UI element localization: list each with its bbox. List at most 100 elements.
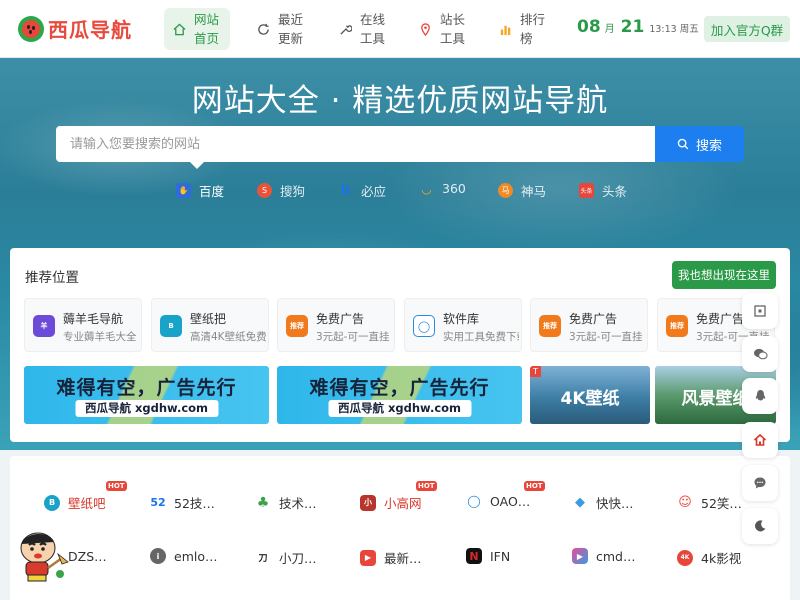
engine-tab-sogou[interactable]: S 搜狗 xyxy=(257,181,305,200)
engine-tab-bing[interactable]: b 必应 xyxy=(338,181,386,200)
home-icon xyxy=(753,433,767,446)
qrcode-icon xyxy=(754,305,766,317)
nav-label: 在线工具 xyxy=(360,12,386,46)
chat-icon xyxy=(754,477,766,489)
sheep-icon: 羊 xyxy=(33,315,55,337)
site-link[interactable]: i emlo… xyxy=(150,548,218,564)
date-month-unit: 月 xyxy=(604,24,615,35)
search-input[interactable] xyxy=(56,126,655,162)
sogou-icon: S xyxy=(257,183,272,198)
site-link[interactable]: ☺ 52笑… xyxy=(677,493,742,512)
corner-tag: T xyxy=(530,366,541,377)
site-link[interactable]: ◯ OAO… HOT xyxy=(466,481,545,509)
nav-label: 最近更新 xyxy=(278,12,304,46)
feedback-button[interactable] xyxy=(742,465,778,501)
site-logo[interactable]: 西瓜导航 xyxy=(18,14,132,43)
engine-tab-toutiao[interactable]: 头条 头条 xyxy=(579,181,627,200)
recommend-item[interactable]: 推荐 免费广告 3元起-可一直挂 xyxy=(277,298,395,352)
site-link[interactable]: ◆ 快快… xyxy=(572,493,634,512)
qrcode-button[interactable] xyxy=(742,293,778,329)
recommend-item[interactable]: B 壁纸把 高清4K壁纸免费下载 xyxy=(151,298,269,352)
site-link-label: 最新… xyxy=(384,551,422,566)
date-day: 21 xyxy=(620,17,645,37)
search-bar: 搜索 xyxy=(56,126,744,162)
site-link[interactable]: 小 小高网 HOT xyxy=(360,481,437,512)
recommend-item[interactable]: 羊 薅羊毛导航 专业薅羊毛大全 xyxy=(24,298,142,352)
item-title: 薅羊毛导航 xyxy=(63,312,124,326)
baidu-icon: ✋ xyxy=(176,183,191,198)
nav-item-home[interactable]: 网站首页 xyxy=(164,8,230,50)
site-link-label: 4k影视 xyxy=(701,551,742,566)
cmd-icon: ▶ xyxy=(572,548,588,564)
site-link[interactable]: 4K 4k影视 xyxy=(677,548,741,567)
engine-tab-360[interactable]: ◡ 360 xyxy=(419,181,466,196)
hot-badge: HOT xyxy=(524,481,545,491)
recommend-badge-icon: 推荐 xyxy=(539,315,561,337)
cactus-icon: ♣ xyxy=(256,494,270,511)
site-link[interactable]: 52 52技… xyxy=(150,493,215,512)
engine-label: 头条 xyxy=(602,184,628,199)
mascot-character[interactable] xyxy=(14,528,70,588)
site-link-label: emlo… xyxy=(174,548,218,564)
search-button[interactable]: 搜索 xyxy=(655,126,744,162)
toutiao-icon: 头条 xyxy=(579,183,594,198)
wallpaper-banner[interactable]: T 4K壁纸 xyxy=(530,366,650,424)
ad-banner[interactable]: 难得有空，广告先行 西瓜导航 xgdhw.com xyxy=(277,366,522,424)
wallpaper-icon: B xyxy=(44,494,60,511)
site-link[interactable]: 刀 小刀… xyxy=(255,548,316,567)
shenma-icon: 马 xyxy=(498,183,513,198)
item-title: 免费广告 xyxy=(696,312,745,326)
back-home-button[interactable] xyxy=(742,422,778,458)
watermelon-logo-icon xyxy=(18,15,44,42)
site-link[interactable]: ▶ 最新… xyxy=(360,548,422,567)
xiaodao-icon: 刀 xyxy=(258,554,268,564)
hero-title: 网站大全 · 精选优质网站导航 xyxy=(191,83,609,119)
join-qq-group-button[interactable]: 加入官方Q群 xyxy=(704,16,790,42)
shield-icon: ◆ xyxy=(575,495,585,510)
item-desc: 高清4K壁纸免费下载 xyxy=(190,331,266,343)
site-52-icon: 52 xyxy=(150,496,166,509)
wrench-icon xyxy=(338,22,352,36)
hot-badge: HOT xyxy=(416,481,437,491)
date-month: 08 xyxy=(577,17,601,37)
site-link[interactable]: B 壁纸吧 HOT xyxy=(44,481,127,512)
qq-button[interactable] xyxy=(742,378,778,414)
nav-item-tools[interactable]: 在线工具 xyxy=(330,8,396,50)
4k-video-icon: 4K xyxy=(677,549,693,566)
dark-mode-toggle[interactable] xyxy=(742,508,778,544)
engine-label: 必应 xyxy=(361,184,387,199)
360-icon: ◡ xyxy=(421,181,432,196)
engine-tab-shenma[interactable]: 马 神马 xyxy=(498,181,546,200)
advertise-here-button[interactable]: 我也想出现在这里 xyxy=(672,261,776,289)
ad-banner-subtitle: 西瓜导航 xgdhw.com xyxy=(327,400,472,417)
nav-label: 网站首页 xyxy=(194,12,220,46)
recommend-item[interactable]: ◯ 软件库 实用工具免费下载 xyxy=(404,298,522,352)
location-icon xyxy=(418,22,432,36)
site-link-label: OAO… xyxy=(490,493,531,509)
site-link-label: 技术… xyxy=(279,496,317,511)
wechat-button[interactable] xyxy=(742,336,778,372)
search-engine-pointer xyxy=(190,162,204,169)
refresh-icon xyxy=(256,22,270,36)
recommend-item[interactable]: 推荐 免费广告 3元起-可一直挂 xyxy=(530,298,648,352)
nav-label: 排行榜 xyxy=(520,12,546,46)
site-links-section xyxy=(10,456,790,600)
site-link[interactable]: N IFN xyxy=(466,548,510,564)
engine-label: 360 xyxy=(442,181,466,196)
nav-item-webmaster[interactable]: 站长工具 xyxy=(410,8,476,50)
site-link[interactable]: ▶ cmd… xyxy=(572,548,635,564)
site-link-label: cmd… xyxy=(596,548,636,564)
hot-badge: HOT xyxy=(106,481,127,491)
ad-banner[interactable]: 难得有空，广告先行 西瓜导航 xgdhw.com xyxy=(24,366,269,424)
engine-tab-baidu[interactable]: ✋ 百度 xyxy=(176,181,224,200)
info-icon: i xyxy=(150,548,166,564)
nav-item-ranking[interactable]: 排行榜 xyxy=(490,8,556,50)
site-link-label: 壁纸吧 xyxy=(68,496,106,511)
ad-banner-subtitle: 西瓜导航 xgdhw.com xyxy=(74,400,219,417)
nav-item-recent[interactable]: 最近更新 xyxy=(248,8,314,50)
engine-label: 搜狗 xyxy=(280,184,306,199)
site-link[interactable]: ♣ 技术… xyxy=(255,493,317,512)
moon-icon xyxy=(755,520,766,532)
recommend-badge-icon: 推荐 xyxy=(666,315,688,337)
section-title: 推荐位置 xyxy=(25,270,79,286)
